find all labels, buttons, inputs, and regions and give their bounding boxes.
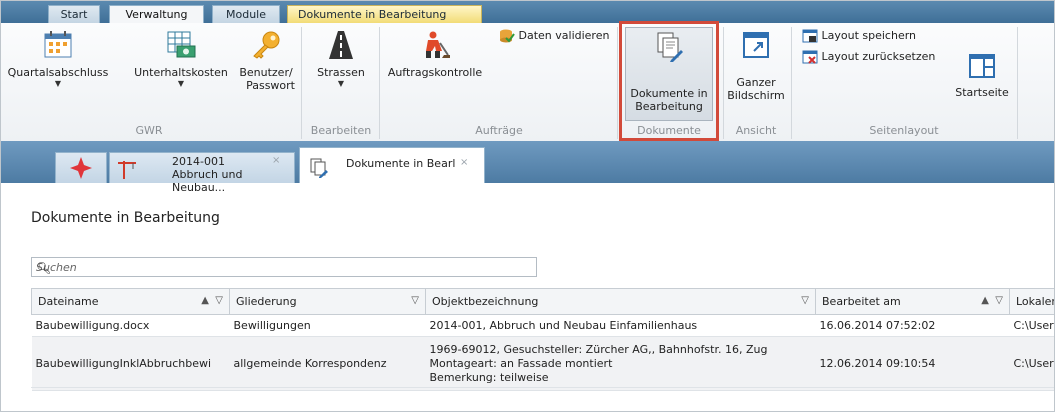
active-tab-label: Dokumente in Bearl (346, 157, 456, 170)
startseite-button[interactable]: Startseite (952, 53, 1012, 99)
strassen-button[interactable]: Strassen ▼ (306, 31, 376, 88)
tab-dokumente-in-bearbeitung-page[interactable]: Dokumente in Bearl × (299, 147, 485, 183)
group-label-auftraege: Aufträge (475, 124, 523, 137)
quartalsabschluss-button[interactable]: Quartalsabschluss ▼ (1, 31, 115, 88)
filter-icon[interactable]: ▽ (995, 295, 1003, 306)
column-header-bearbeitet-am[interactable]: Bearbeitet am ▲ ▽ (815, 288, 1010, 315)
document-tab-id: 2014-001 (172, 155, 225, 168)
cell-dateiname: BaubewilligungInklAbbruchbewi (31, 336, 230, 391)
cell-gliederung: allgemeinde Korrespondenz (229, 336, 426, 391)
objekt-line: Bemerkung: teilweise (429, 370, 549, 384)
documents-edit-icon (310, 158, 328, 178)
tab-module[interactable]: Module (212, 5, 280, 23)
table-header-row: Dateiname ▲ ▽ Gliederung ▽ Objektbezeichnu… (31, 288, 1054, 315)
cell-gliederung: Bewilligungen (229, 314, 426, 337)
startseite-label: Startseite (955, 86, 1009, 99)
money-calendar-icon (167, 31, 196, 58)
ganzer-label: Ganzer (736, 76, 776, 89)
tab-dokumente-in-bearbeitung[interactable]: Dokumente in Bearbeitung (287, 5, 482, 23)
worker-icon (426, 31, 450, 58)
tab-start[interactable]: Start (48, 5, 100, 23)
column-header-objektbezeichnung[interactable]: Objektbezeichnung ▽ (425, 288, 816, 315)
objekt-line: 1969-69012, Gesuchsteller: Zürcher AG,, … (429, 342, 768, 356)
unterhaltskosten-label: Unterhaltskosten (134, 66, 228, 79)
document-tab-title: Abbruch und Neubau... (172, 168, 243, 194)
start-page-layout-icon (969, 54, 995, 78)
layout-speichern-button[interactable]: Layout speichern (802, 29, 952, 43)
cell-lokaler: C:\User (1009, 314, 1054, 337)
group-label-ansicht: Ansicht (735, 124, 777, 137)
ganzer-bildschirm-button[interactable]: Ganzer Bildschirm (726, 31, 786, 102)
crane-icon (118, 161, 136, 179)
filter-icon[interactable]: ▽ (411, 295, 419, 306)
table-bottom-divider (31, 387, 1054, 388)
save-layout-icon (802, 29, 818, 43)
home-tab[interactable] (55, 152, 107, 183)
cell-objektbezeichnung: 1969-69012, Gesuchsteller: Zürcher AG,, … (425, 336, 816, 391)
key-icon (253, 31, 280, 59)
highlight-frame (619, 21, 719, 141)
objekt-line: Montageart: an Fassade montiert (429, 356, 613, 370)
table-row[interactable]: Baubewilligung.docx Bewilligungen 2014-0… (31, 314, 1054, 337)
sort-ascending-icon[interactable]: ▲ (981, 295, 989, 306)
group-separator (1017, 27, 1018, 139)
search-icon[interactable]: 🔍︎ (36, 261, 530, 275)
daten-validieren-label: Daten validieren (518, 29, 610, 42)
layout-zuruecksetzen-label: Layout zurücksetzen (821, 50, 936, 63)
quartalsabschluss-label: Quartalsabschluss (7, 66, 109, 79)
fullscreen-icon (743, 32, 769, 58)
column-header-gliederung[interactable]: Gliederung ▽ (229, 288, 426, 315)
page-title: Dokumente in Bearbeitung (31, 210, 220, 226)
benutzer-label: Benutzer/ (239, 66, 293, 79)
cell-bearbeitet-am: 12.06.2014 09:10:54 (815, 336, 1010, 391)
cell-lokaler: C:\User (1009, 336, 1054, 391)
application-window: Start Verwaltung Module Dokumente in Bea… (0, 0, 1055, 412)
group-separator (723, 27, 724, 139)
group-separator (791, 27, 792, 139)
group-separator (379, 27, 380, 139)
auftragskontrolle-label: Auftragskontrolle (387, 66, 483, 79)
chevron-down-icon: ▼ (337, 79, 345, 88)
ribbon: Quartalsabschluss ▼ Unterhaltskosten ▼ B… (1, 23, 1054, 142)
document-tabs-bar: 2014-001 Abbruch und Neubau... × Dokumen… (1, 141, 1054, 194)
column-header-dateiname[interactable]: Dateiname ▲ ▽ (31, 288, 230, 315)
group-separator (301, 27, 302, 139)
cell-bearbeitet-am: 16.06.2014 07:52:02 (815, 314, 1010, 337)
close-icon[interactable]: × (272, 155, 280, 166)
group-label-gwr: GWR (135, 124, 163, 137)
passwort-label: Passwort (246, 79, 295, 92)
compass-logo-icon (70, 157, 92, 179)
search-input[interactable]: Suchen 🔍︎ (31, 257, 537, 277)
filter-icon[interactable]: ▽ (801, 295, 809, 306)
group-label-seitenlayout: Seitenlayout (869, 124, 939, 137)
document-tab-2014-001[interactable]: 2014-001 Abbruch und Neubau... × (109, 152, 295, 194)
chevron-down-icon: ▼ (54, 79, 62, 88)
calendar-grid-icon (44, 31, 72, 58)
strassen-label: Strassen (317, 66, 365, 79)
tab-verwaltung[interactable]: Verwaltung (109, 5, 204, 24)
filter-icon[interactable]: ▽ (215, 295, 223, 306)
daten-validieren-button[interactable]: Daten validieren (499, 29, 619, 43)
bildschirm-label: Bildschirm (727, 89, 785, 102)
unterhaltskosten-button[interactable]: Unterhaltskosten ▼ (132, 31, 230, 88)
ribbon-tab-strip: Start Verwaltung Module Dokumente in Bea… (1, 1, 1054, 24)
layout-speichern-label: Layout speichern (821, 29, 917, 42)
cell-dateiname: Baubewilligung.docx (31, 314, 230, 337)
layout-zuruecksetzen-button[interactable]: Layout zurücksetzen (802, 50, 952, 64)
database-check-icon (500, 29, 515, 43)
chevron-down-icon: ▼ (177, 79, 185, 88)
close-icon[interactable]: × (460, 157, 468, 168)
sort-ascending-icon[interactable]: ▲ (201, 295, 209, 306)
table-row[interactable]: BaubewilligungInklAbbruchbewi allgemeind… (31, 336, 1054, 391)
road-icon (329, 31, 353, 59)
benutzer-passwort-button[interactable]: Benutzer/ Passwort (237, 31, 295, 92)
column-header-lokaler[interactable]: Lokaler (1009, 288, 1054, 315)
auftragskontrolle-button[interactable]: Auftragskontrolle (385, 31, 485, 79)
reset-layout-icon (802, 50, 818, 64)
group-label-bearbeiten: Bearbeiten (310, 124, 372, 137)
documents-table: Dateiname ▲ ▽ Gliederung ▽ Objektbezeichnu… (31, 288, 1054, 391)
group-separator (617, 27, 618, 139)
cell-objektbezeichnung: 2014-001, Abbruch und Neubau Einfamilien… (425, 314, 816, 337)
